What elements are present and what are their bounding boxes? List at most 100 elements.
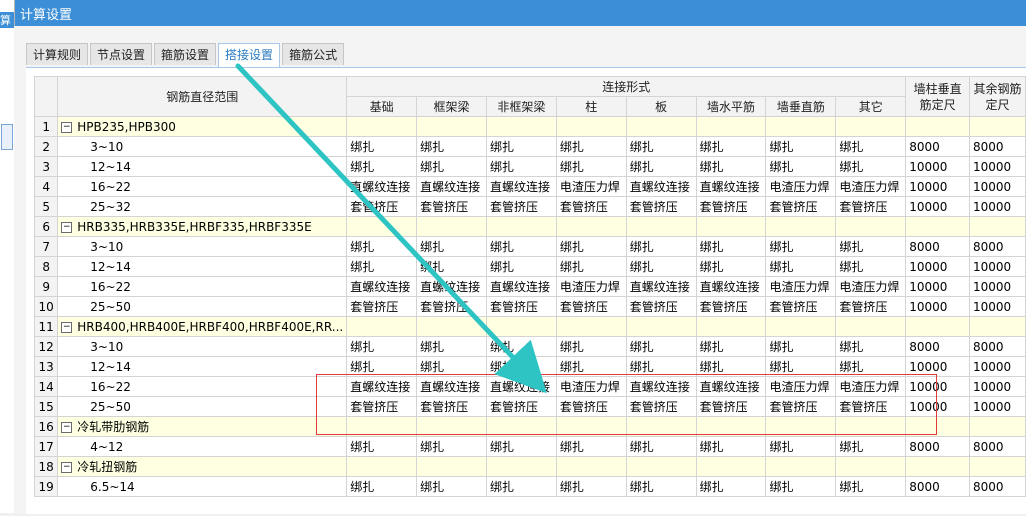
group-label-cell[interactable]: − HRB335,HRB335E,HRBF335,HRBF335E bbox=[57, 216, 348, 237]
lap-cell[interactable]: 套管挤压 bbox=[555, 296, 627, 317]
lap-cell[interactable]: 电渣压力焊 bbox=[555, 176, 627, 197]
lap-cell[interactable]: 绑扎 bbox=[765, 236, 837, 257]
lap-cell[interactable]: 绑扎 bbox=[625, 256, 697, 277]
lap-cell[interactable]: 10000 bbox=[969, 276, 1026, 297]
lap-cell[interactable]: 绑扎 bbox=[765, 476, 837, 497]
column-header[interactable]: 框架梁 bbox=[416, 96, 487, 117]
lap-cell[interactable]: 绑扎 bbox=[555, 136, 627, 157]
lap-cell[interactable]: 绑扎 bbox=[555, 156, 627, 177]
lap-cell[interactable]: 绑扎 bbox=[485, 136, 557, 157]
lap-cell[interactable] bbox=[625, 316, 697, 337]
lap-cell[interactable]: 绑扎 bbox=[695, 476, 767, 497]
lap-cell[interactable]: 绑扎 bbox=[416, 476, 487, 497]
lap-cell[interactable]: 绑扎 bbox=[485, 156, 557, 177]
collapse-toggle-icon[interactable]: − bbox=[61, 121, 73, 133]
lap-cell[interactable] bbox=[765, 116, 837, 137]
lap-cell[interactable]: 绑扎 bbox=[835, 436, 907, 457]
lap-cell[interactable]: 10000 bbox=[905, 296, 970, 317]
lap-cell[interactable]: 绑扎 bbox=[346, 336, 418, 357]
lap-cell[interactable] bbox=[835, 416, 907, 437]
lap-cell[interactable]: 电渣压力焊 bbox=[555, 276, 627, 297]
lap-cell[interactable]: 8000 bbox=[905, 136, 970, 157]
lap-cell[interactable]: 绑扎 bbox=[765, 156, 837, 177]
lap-cell[interactable]: 套管挤压 bbox=[346, 396, 418, 417]
lap-cell[interactable]: 绑扎 bbox=[625, 136, 697, 157]
lap-cell[interactable]: 绑扎 bbox=[835, 356, 907, 377]
lap-cell[interactable]: 绑扎 bbox=[346, 136, 418, 157]
lap-cell[interactable]: 绑扎 bbox=[485, 336, 557, 357]
range-cell[interactable]: 25~32 bbox=[57, 196, 348, 217]
column-header[interactable]: 墙水平筋 bbox=[695, 96, 767, 117]
lap-cell[interactable]: 10000 bbox=[905, 176, 970, 197]
lap-cell[interactable]: 绑扎 bbox=[346, 256, 418, 277]
lap-cell[interactable] bbox=[969, 116, 1026, 137]
lap-cell[interactable]: 套管挤压 bbox=[625, 296, 697, 317]
lap-cell[interactable]: 直螺纹连接 bbox=[695, 176, 767, 197]
lap-cell[interactable]: 绑扎 bbox=[416, 256, 487, 277]
lap-cell[interactable] bbox=[695, 216, 767, 237]
lap-cell[interactable]: 绑扎 bbox=[555, 436, 627, 457]
lap-cell[interactable] bbox=[416, 456, 487, 477]
lap-cell[interactable]: 10000 bbox=[969, 396, 1026, 417]
lap-cell[interactable]: 套管挤压 bbox=[485, 396, 557, 417]
lap-cell[interactable]: 10000 bbox=[905, 256, 970, 277]
collapse-toggle-icon[interactable]: − bbox=[61, 422, 73, 433]
lap-cell[interactable]: 直螺纹连接 bbox=[346, 176, 418, 197]
lap-cell[interactable]: 绑扎 bbox=[765, 336, 837, 357]
lap-cell[interactable]: 直螺纹连接 bbox=[695, 376, 767, 397]
lap-cell[interactable]: 绑扎 bbox=[695, 136, 767, 157]
lap-cell[interactable]: 8000 bbox=[969, 136, 1026, 157]
lap-cell[interactable]: 绑扎 bbox=[416, 336, 487, 357]
lap-cell[interactable]: 套管挤压 bbox=[765, 396, 837, 417]
lap-cell[interactable] bbox=[835, 456, 907, 477]
lap-cell[interactable]: 套管挤压 bbox=[835, 196, 907, 217]
lap-cell[interactable]: 套管挤压 bbox=[695, 296, 767, 317]
lap-cell[interactable]: 绑扎 bbox=[625, 236, 697, 257]
lap-cell[interactable]: 套管挤压 bbox=[625, 196, 697, 217]
range-cell[interactable]: 6.5~14 bbox=[57, 476, 348, 497]
lap-cell[interactable]: 绑扎 bbox=[835, 156, 907, 177]
lap-cell[interactable]: 10000 bbox=[905, 376, 970, 397]
lap-cell[interactable] bbox=[695, 116, 767, 137]
lap-cell[interactable]: 绑扎 bbox=[485, 356, 557, 377]
column-header[interactable]: 非框架梁 bbox=[485, 96, 557, 117]
background-toolbar-button[interactable] bbox=[1, 124, 13, 150]
lap-cell[interactable]: 10000 bbox=[905, 156, 970, 177]
lap-cell[interactable] bbox=[765, 416, 837, 437]
lap-cell[interactable] bbox=[695, 456, 767, 477]
lap-cell[interactable] bbox=[835, 116, 907, 137]
lap-cell[interactable] bbox=[555, 216, 627, 237]
range-cell[interactable]: 25~50 bbox=[57, 296, 348, 317]
lap-cell[interactable]: 绑扎 bbox=[695, 236, 767, 257]
lap-cell[interactable]: 电渣压力焊 bbox=[555, 376, 627, 397]
lap-cell[interactable]: 10000 bbox=[969, 296, 1026, 317]
lap-cell[interactable]: 绑扎 bbox=[485, 436, 557, 457]
lap-cell[interactable]: 套管挤压 bbox=[835, 296, 907, 317]
lap-cell[interactable] bbox=[416, 216, 487, 237]
lap-cell[interactable] bbox=[346, 456, 418, 477]
tab-2[interactable]: 箍筋设置 bbox=[154, 43, 217, 65]
lap-cell[interactable]: 10000 bbox=[969, 376, 1026, 397]
lap-cell[interactable]: 套管挤压 bbox=[346, 296, 418, 317]
range-cell[interactable]: 16~22 bbox=[57, 376, 348, 397]
range-cell[interactable]: 16~22 bbox=[57, 176, 348, 197]
lap-cell[interactable]: 绑扎 bbox=[625, 156, 697, 177]
lap-cell[interactable]: 绑扎 bbox=[416, 136, 487, 157]
lap-cell[interactable]: 直螺纹连接 bbox=[485, 376, 557, 397]
tab-3[interactable]: 搭接设置 bbox=[218, 43, 281, 68]
lap-cell[interactable]: 直螺纹连接 bbox=[625, 176, 697, 197]
collapse-toggle-icon[interactable]: − bbox=[61, 321, 73, 333]
range-cell[interactable]: 16~22 bbox=[57, 276, 348, 297]
lap-cell[interactable]: 套管挤压 bbox=[416, 196, 487, 217]
column-header-range[interactable]: 钢筋直径范围 bbox=[57, 76, 348, 117]
lap-cell[interactable]: 直螺纹连接 bbox=[416, 376, 487, 397]
lap-cell[interactable]: 绑扎 bbox=[695, 356, 767, 377]
lap-cell[interactable] bbox=[905, 116, 970, 137]
lap-cell[interactable]: 绑扎 bbox=[625, 476, 697, 497]
lap-cell[interactable] bbox=[905, 316, 970, 337]
group-label-cell[interactable]: − HPB235,HPB300 bbox=[57, 116, 348, 137]
lap-cell[interactable]: 8000 bbox=[905, 476, 970, 497]
column-header[interactable]: 柱 bbox=[555, 96, 627, 117]
lap-cell[interactable]: 绑扎 bbox=[555, 356, 627, 377]
lap-cell[interactable]: 套管挤压 bbox=[485, 296, 557, 317]
